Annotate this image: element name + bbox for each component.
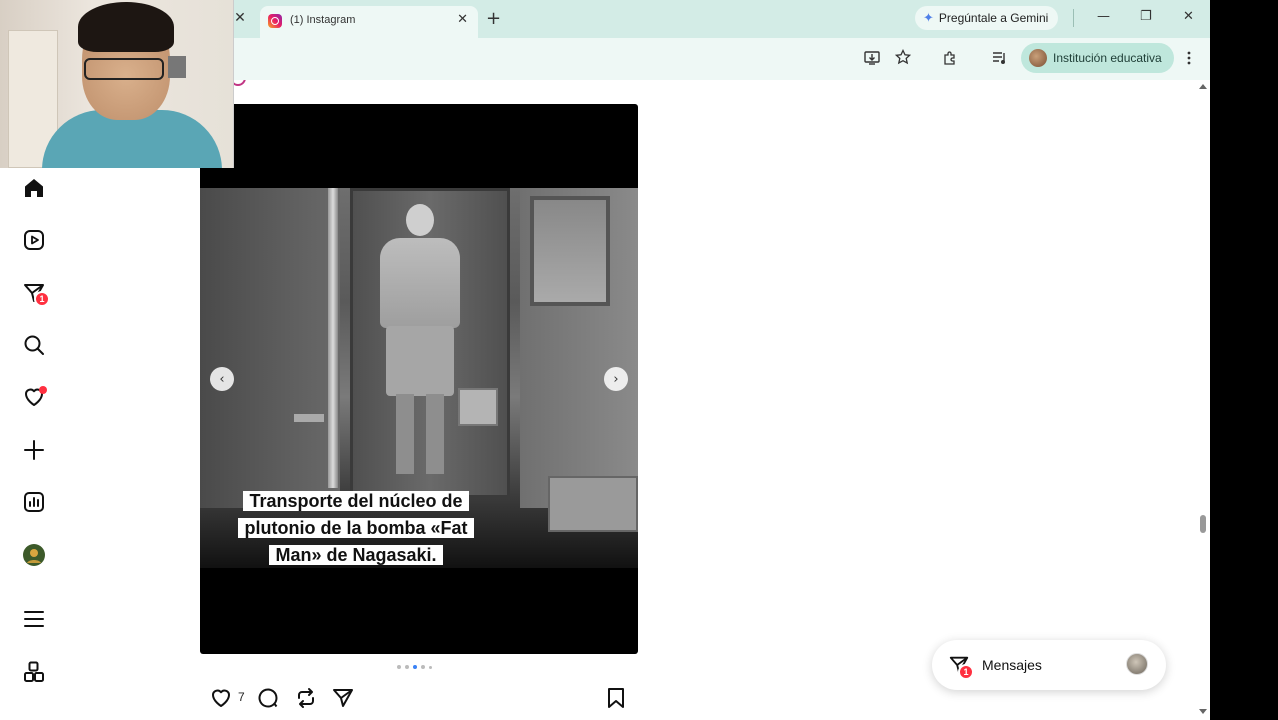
carousel-dot [397, 665, 401, 669]
media-control-icon[interactable] [992, 50, 1008, 70]
webcam-background [168, 56, 186, 78]
insights-chart-icon[interactable] [21, 489, 47, 515]
carousel-indicator [397, 665, 432, 669]
profile-button[interactable]: Institución educativa [1021, 43, 1174, 73]
carousel-prev-button[interactable]: ‹ [210, 367, 234, 391]
notification-dot [39, 386, 47, 394]
photo-person [386, 326, 454, 396]
messages-badge: 1 [958, 664, 974, 680]
profile-avatar-icon[interactable] [21, 542, 47, 568]
photo-person [396, 394, 414, 474]
like-count[interactable]: 7 [238, 690, 245, 704]
photo-wall [200, 188, 340, 508]
avatar [1126, 653, 1148, 675]
instagram-favicon-icon [268, 14, 282, 28]
close-tab-icon[interactable]: ✕ [232, 10, 248, 26]
photo-valve [294, 414, 324, 422]
scroll-down-arrow-icon[interactable] [1199, 709, 1207, 714]
direct-messages-icon: 1 [948, 654, 974, 680]
scroll-up-arrow-icon[interactable] [1199, 84, 1207, 89]
profile-label: Institución educativa [1053, 51, 1162, 65]
tab-title: (1) Instagram [290, 14, 356, 26]
apps-grid-icon[interactable] [21, 659, 47, 685]
direct-messages-icon[interactable]: 1 [21, 280, 50, 307]
gemini-button[interactable]: ✦ Pregúntale a Gemini [915, 6, 1059, 30]
photo-person [380, 238, 460, 328]
minimize-button[interactable]: — [1097, 9, 1110, 24]
create-plus-icon[interactable] [21, 437, 47, 463]
messages-badge: 1 [34, 291, 50, 307]
menu-kebab-icon[interactable] [1183, 50, 1195, 70]
caption-line: Man» de Nagasaki. [269, 545, 443, 565]
messages-button[interactable]: 1 Mensajes [932, 640, 1166, 690]
messages-label: Mensajes [982, 657, 1042, 673]
post-header [230, 80, 630, 90]
carousel-dot [421, 665, 425, 669]
page-scrollbar[interactable] [1196, 80, 1210, 720]
photo-person [426, 394, 444, 474]
gemini-spark-icon: ✦ [923, 10, 934, 26]
carousel-next-button[interactable]: › [604, 367, 628, 391]
more-menu-icon[interactable] [21, 606, 47, 632]
webcam-person [78, 2, 174, 52]
notifications-heart-icon[interactable] [21, 384, 47, 410]
repost-icon[interactable] [294, 686, 318, 710]
post-media[interactable]: Transporte del núcleo de plutonio de la … [200, 104, 638, 654]
close-tab-icon[interactable]: ✕ [457, 12, 468, 27]
photo-pipe [328, 188, 338, 488]
post-caption-overlay: Transporte del núcleo de plutonio de la … [226, 488, 486, 569]
comment-icon[interactable] [256, 686, 280, 710]
home-icon[interactable] [21, 175, 47, 201]
carousel-dot [429, 665, 432, 669]
save-bookmark-icon[interactable] [604, 686, 628, 710]
scrollbar-thumb[interactable] [1200, 515, 1206, 533]
gemini-label: Pregúntale a Gemini [938, 11, 1049, 25]
divider [1073, 9, 1074, 27]
tab-instagram[interactable]: (1) Instagram ✕ [260, 6, 478, 38]
extensions-icon[interactable] [942, 50, 958, 70]
close-window-button[interactable]: ✕ [1183, 9, 1194, 24]
caption-line: plutonio de la bomba «Fat [238, 518, 474, 538]
reels-icon[interactable] [21, 227, 47, 253]
photo-person [406, 204, 434, 236]
avatar [1029, 49, 1047, 67]
search-icon[interactable] [21, 332, 47, 358]
bookmark-star-icon[interactable] [894, 48, 912, 69]
like-heart-icon[interactable] [209, 686, 233, 710]
new-tab-button[interactable]: + [486, 8, 501, 29]
carousel-dot-active [413, 665, 417, 669]
restore-button[interactable]: ❐ [1140, 9, 1152, 24]
photo-crate [548, 476, 638, 532]
screen-border [1210, 0, 1278, 720]
caption-line: Transporte del núcleo de [243, 491, 469, 511]
photo-window [530, 196, 610, 306]
carousel-dot [405, 665, 409, 669]
photo-carrying-case [458, 388, 498, 426]
share-send-icon[interactable] [331, 686, 355, 710]
webcam-overlay [0, 0, 234, 168]
webcam-person [84, 58, 164, 80]
install-app-icon[interactable] [864, 50, 880, 70]
browser-window: ✕ (1) Instagram ✕ + ✦ Pregúntale a Gemin… [0, 0, 1210, 720]
